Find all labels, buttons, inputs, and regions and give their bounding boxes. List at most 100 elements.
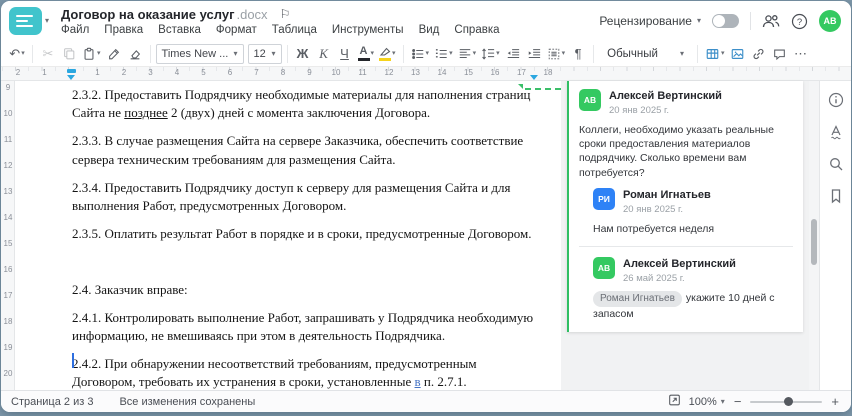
menu-insert[interactable]: Вставка bbox=[158, 24, 201, 36]
bullet-list-button[interactable]: ▾ bbox=[409, 43, 432, 64]
menu-help[interactable]: Справка bbox=[454, 24, 499, 36]
app-logo-icon bbox=[9, 7, 42, 35]
document-extension: .docx bbox=[236, 6, 268, 22]
scrollbar[interactable] bbox=[809, 81, 819, 390]
zoom-slider[interactable] bbox=[750, 396, 823, 406]
document-page[interactable]: 2.3.2. Предоставить Подрядчику необходим… bbox=[15, 81, 561, 390]
paste-icon[interactable]: ▾ bbox=[80, 43, 103, 64]
format-painter-icon[interactable] bbox=[104, 43, 124, 64]
help-icon[interactable]: ? bbox=[791, 13, 808, 30]
menu-tools[interactable]: Инструменты bbox=[332, 24, 404, 36]
decrease-indent-button[interactable] bbox=[503, 43, 523, 64]
divider bbox=[579, 245, 793, 247]
comments-panel: АВ Алексей Вертинский 20 янв 2025 г. Кол… bbox=[561, 81, 809, 390]
app-menu-button[interactable]: ▾ bbox=[9, 1, 49, 41]
paragraph-borders-button[interactable]: ▾ bbox=[545, 43, 568, 64]
undo-button[interactable]: ↶ ▾ bbox=[7, 43, 27, 64]
document-text[interactable]: 2.3.2. Предоставить Подрядчику необходим… bbox=[72, 86, 538, 401]
comment-text: Нам потребуется неделя bbox=[593, 222, 715, 235]
spellcheck-icon[interactable] bbox=[826, 121, 846, 142]
vertical-ruler[interactable]: 9 10 11 12 13 14 15 16 17 18 19 20 bbox=[1, 81, 15, 390]
comment-author: Алексей Вертинский bbox=[609, 90, 722, 102]
menu-view[interactable]: Вид bbox=[419, 24, 440, 36]
copy-icon[interactable] bbox=[59, 43, 79, 64]
paragraph-style-select[interactable]: Обычный ▾ bbox=[599, 48, 692, 60]
search-icon[interactable] bbox=[826, 153, 846, 174]
commented-text: позднее bbox=[124, 105, 168, 121]
fit-width-icon[interactable] bbox=[667, 393, 682, 410]
right-indent-marker[interactable] bbox=[530, 75, 538, 80]
insert-link-button[interactable] bbox=[749, 43, 769, 64]
add-comment-button[interactable] bbox=[770, 43, 790, 64]
avatar: РИ bbox=[593, 187, 615, 210]
left-indent-marker[interactable] bbox=[67, 75, 75, 80]
comment-text: Коллеги, необходимо указать реальные сро… bbox=[579, 124, 774, 179]
comment-date: 20 янв 2025 г. bbox=[623, 203, 684, 215]
review-mode-dropdown[interactable]: Рецензирование ▾ bbox=[599, 14, 701, 28]
bold-button[interactable]: Ж bbox=[293, 43, 313, 64]
paragraph-2-4: 2.4. Заказчик вправе: bbox=[72, 281, 188, 297]
info-icon[interactable] bbox=[826, 89, 846, 110]
paragraph-2-4-2: 2.4.2. При обнаружении несоответствий тр… bbox=[72, 356, 477, 390]
menu-file[interactable]: Файл bbox=[61, 24, 89, 36]
chevron-down-icon: ▾ bbox=[45, 16, 50, 25]
zoom-out-button[interactable]: − bbox=[732, 394, 744, 409]
zoom-in-button[interactable]: + bbox=[829, 394, 841, 409]
zoom-value-dropdown[interactable]: 100% ▾ bbox=[689, 396, 725, 408]
menu-table[interactable]: Таблица bbox=[272, 24, 317, 36]
paragraph-2-3-5: 2.3.5. Оплатить результат Работ в порядк… bbox=[72, 226, 532, 242]
show-paragraph-marks-button[interactable]: ¶ bbox=[568, 43, 588, 64]
comment-date: 20 янв 2025 г. bbox=[609, 105, 670, 116]
chevron-down-icon: ▾ bbox=[696, 16, 701, 25]
flag-icon[interactable]: ⚐ bbox=[280, 7, 291, 21]
divider bbox=[750, 12, 751, 30]
zoom-slider-knob[interactable] bbox=[783, 396, 793, 406]
comment-reply[interactable]: АВ Алексей Вертинский 26 май 2025 г. Ром… bbox=[593, 256, 793, 322]
menu-bar: Файл Правка Вставка Формат Таблица Инстр… bbox=[61, 24, 599, 36]
paragraph-2-3-4: 2.3.4. Предоставить Подрядчику доступ к … bbox=[72, 179, 511, 214]
menu-format[interactable]: Формат bbox=[216, 24, 257, 36]
avatar: АВ bbox=[579, 89, 601, 111]
scrollbar-thumb[interactable] bbox=[811, 219, 817, 265]
comment-thread-card[interactable]: АВ Алексей Вертинский 20 янв 2025 г. Кол… bbox=[567, 81, 803, 332]
comment-reply[interactable]: РИ Роман Игнатьев 20 янв 2025 г. Нам пот… bbox=[593, 187, 793, 236]
track-changes-toggle[interactable] bbox=[712, 14, 739, 28]
app-window: ▾ Договор на оказание услуг .docx ⚐ Файл… bbox=[1, 1, 851, 412]
first-line-indent-marker[interactable] bbox=[66, 69, 76, 73]
document-title: Договор на оказание услуг bbox=[61, 6, 235, 22]
underline-button[interactable]: Ч bbox=[335, 43, 355, 64]
align-left-button[interactable]: ▾ bbox=[456, 43, 479, 64]
numbered-list-button[interactable]: ▾ bbox=[432, 43, 455, 64]
mention-badge[interactable]: Роман Игнатьев bbox=[593, 290, 682, 308]
cut-button[interactable]: ✂ bbox=[38, 43, 58, 64]
comment[interactable]: АВ Алексей Вертинский 20 янв 2025 г. Кол… bbox=[579, 89, 793, 180]
paragraph-2-3-2: 2.3.2. Предоставить Подрядчику необходим… bbox=[72, 87, 531, 121]
user-avatar[interactable]: АВ bbox=[819, 10, 841, 32]
comment-text: Роман Игнатьев укажите 10 дней с запасом bbox=[593, 290, 775, 321]
avatar: АВ bbox=[593, 256, 615, 279]
font-color-button[interactable]: А ▾ bbox=[356, 43, 377, 64]
paragraph-2-4-1: 2.4.1. Контролировать выполнение Работ, … bbox=[72, 309, 534, 344]
document-area: 9 10 11 12 13 14 15 16 17 18 19 20 2.3.2. Предостав… bbox=[1, 81, 851, 390]
header: ▾ Договор на оказание услуг .docx ⚐ Файл… bbox=[1, 1, 851, 41]
collaborators-icon[interactable] bbox=[762, 13, 780, 29]
more-tools-button[interactable]: ⋯ bbox=[791, 43, 811, 64]
right-sidebar bbox=[819, 81, 851, 390]
highlight-color-button[interactable]: ▾ bbox=[377, 43, 398, 64]
italic-button[interactable]: К bbox=[314, 43, 334, 64]
bookmark-icon[interactable] bbox=[826, 185, 846, 206]
menu-edit[interactable]: Правка bbox=[104, 24, 143, 36]
font-size-select[interactable]: 12 ▾ bbox=[247, 43, 282, 64]
increase-indent-button[interactable] bbox=[524, 43, 544, 64]
font-name-select[interactable]: Times New ... ▾ bbox=[155, 43, 244, 64]
page-indicator[interactable]: Страница 2 из 3 bbox=[11, 396, 93, 408]
comment-author: Алексей Вертинский bbox=[623, 257, 736, 270]
comment-author: Роман Игнатьев bbox=[623, 188, 711, 201]
comment-anchor-arrow bbox=[518, 84, 523, 89]
horizontal-ruler[interactable]: 2 1 1 2 3 4 5 6 7 8 9 10 11 12 13 14 15 16 17 18 bbox=[1, 67, 851, 81]
line-spacing-button[interactable]: ▾ bbox=[479, 43, 502, 64]
insert-image-button[interactable] bbox=[728, 43, 748, 64]
text-cursor bbox=[72, 353, 74, 368]
clear-format-icon[interactable] bbox=[125, 43, 145, 64]
insert-table-button[interactable]: ▾ bbox=[703, 43, 727, 64]
